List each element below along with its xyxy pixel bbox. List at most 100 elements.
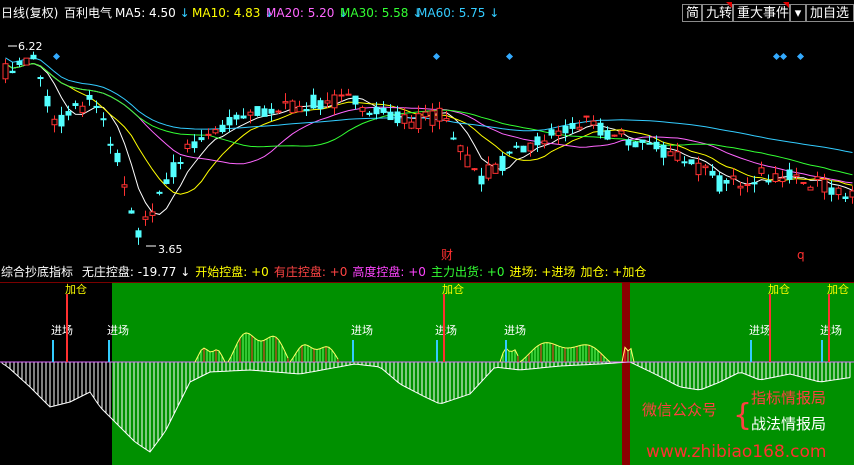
candle-body [807, 186, 814, 191]
candle-body [828, 187, 835, 195]
candle-body [625, 139, 632, 146]
event-diamond-icon [772, 52, 781, 61]
candle-body [408, 121, 415, 129]
candle-body [114, 152, 121, 163]
major-events-button[interactable]: 重大事件 [733, 4, 790, 22]
candle-body [583, 115, 590, 118]
add-signal-label: 加仓 [442, 282, 464, 296]
event-diamond-icon [432, 52, 441, 61]
candle-body [401, 114, 408, 124]
candle-body [233, 114, 240, 120]
indicator-item-4: 主力出货: +0 [430, 265, 505, 279]
simple-button[interactable]: 简 [682, 4, 702, 22]
candle-body [821, 178, 828, 193]
indicator-item-6: 加仓: +加仓 [580, 265, 647, 279]
candle-body [653, 141, 660, 150]
candle-body [142, 216, 149, 220]
candle-body [436, 107, 443, 122]
ma30-label: MA30: 5.58 ↓ [340, 6, 423, 20]
candle-body [107, 143, 114, 146]
candle-body [548, 129, 555, 136]
candle-body [303, 109, 310, 112]
candle-body [506, 151, 513, 154]
candle-body [415, 113, 422, 130]
candle-body [772, 173, 779, 182]
candle-body [254, 106, 261, 116]
down-arrow-icon: ↓ [485, 6, 500, 20]
candle-body [835, 187, 842, 196]
candle-body [450, 137, 457, 140]
finance-event-marker[interactable]: 财 [441, 248, 453, 262]
candle-body [387, 111, 394, 121]
q-event-marker[interactable]: q [797, 248, 805, 262]
candle-body [681, 161, 688, 164]
enter-signal-label: 进场 [749, 323, 771, 337]
wechat-label: 微信公众号 [642, 401, 717, 419]
candle-body [779, 177, 786, 183]
candle-body [373, 106, 380, 115]
enter-signal-label: 进场 [107, 323, 129, 337]
candle-body [184, 143, 191, 150]
candle-body [751, 182, 758, 185]
add-signal-label: 加仓 [768, 282, 790, 296]
candle-body [65, 111, 72, 116]
candle-body [737, 185, 744, 189]
indicator-header: 综合抄底指标 无庄控盘: -19.77 ↓ 开始控盘: +0 有庄控盘: +0 高度控… [0, 264, 854, 282]
candle-body [296, 105, 303, 113]
events-flag-icon [783, 2, 789, 8]
candle-body [93, 105, 100, 108]
candle-body [149, 211, 156, 216]
indicator-item-2: 有庄控盘: +0 [273, 265, 348, 279]
candle-body [513, 145, 520, 148]
kline-chart[interactable]: 6.22 3.65 财 q [0, 26, 854, 264]
candle-body [478, 175, 485, 185]
candle-body [282, 101, 289, 104]
candle-body [443, 118, 450, 122]
down-arrow-icon: ↓ [175, 6, 190, 20]
indicator-chart[interactable]: 进场 进场 进场 进场 进场 进场 进场 加仓 加仓 加仓 加仓 微信公众号 { 指标情报局 战法情… [0, 282, 854, 465]
add-watch-button[interactable]: 加自选 [806, 4, 854, 22]
candle-body [485, 164, 492, 179]
candle-body [569, 122, 576, 129]
enter-signal-label: 进场 [51, 323, 73, 337]
candle-body [2, 63, 9, 80]
event-diamond-icon [796, 52, 805, 61]
event-diamond-icon [52, 52, 61, 61]
candle-body [786, 169, 793, 180]
candlesticks [2, 51, 854, 245]
candle-body [51, 118, 58, 126]
candle-body [457, 145, 464, 153]
candle-body [247, 111, 254, 116]
candle-body [422, 111, 429, 118]
candle-body [744, 184, 751, 187]
candle-body [359, 106, 366, 112]
candle-body [618, 130, 625, 135]
candle-body [660, 144, 667, 158]
candle-body [716, 175, 723, 192]
candle-body [324, 100, 331, 104]
ma20-line [5, 62, 853, 184]
candle-body [23, 57, 30, 66]
candle-body [597, 122, 604, 136]
indicator-name[interactable]: 综合抄底指标 [1, 265, 73, 279]
candle-body [275, 110, 282, 113]
watermark-site: www.zhibiao168.com [646, 442, 826, 462]
dropdown-button[interactable]: ▾ [790, 4, 806, 22]
indicator-item-1: 开始控盘: +0 [195, 265, 269, 279]
candle-body [100, 118, 107, 121]
candle-body [212, 129, 219, 134]
low-price-label: 3.65 [158, 243, 183, 256]
candle-body [842, 196, 849, 199]
candle-body [800, 181, 807, 184]
candle-body [163, 179, 170, 184]
indicator-item-5: 进场: +进场 [509, 265, 576, 279]
period-label[interactable]: 日线(复权) [1, 6, 58, 20]
ma5-label: MA5: 4.50 ↓ [115, 6, 190, 20]
candle-body [709, 170, 716, 176]
candle-body [541, 140, 548, 145]
candle-body [520, 145, 527, 153]
candle-body [527, 142, 534, 152]
candle-body [611, 134, 618, 137]
event-diamond-icon [505, 52, 514, 61]
enter-signal-label: 进场 [820, 323, 842, 337]
